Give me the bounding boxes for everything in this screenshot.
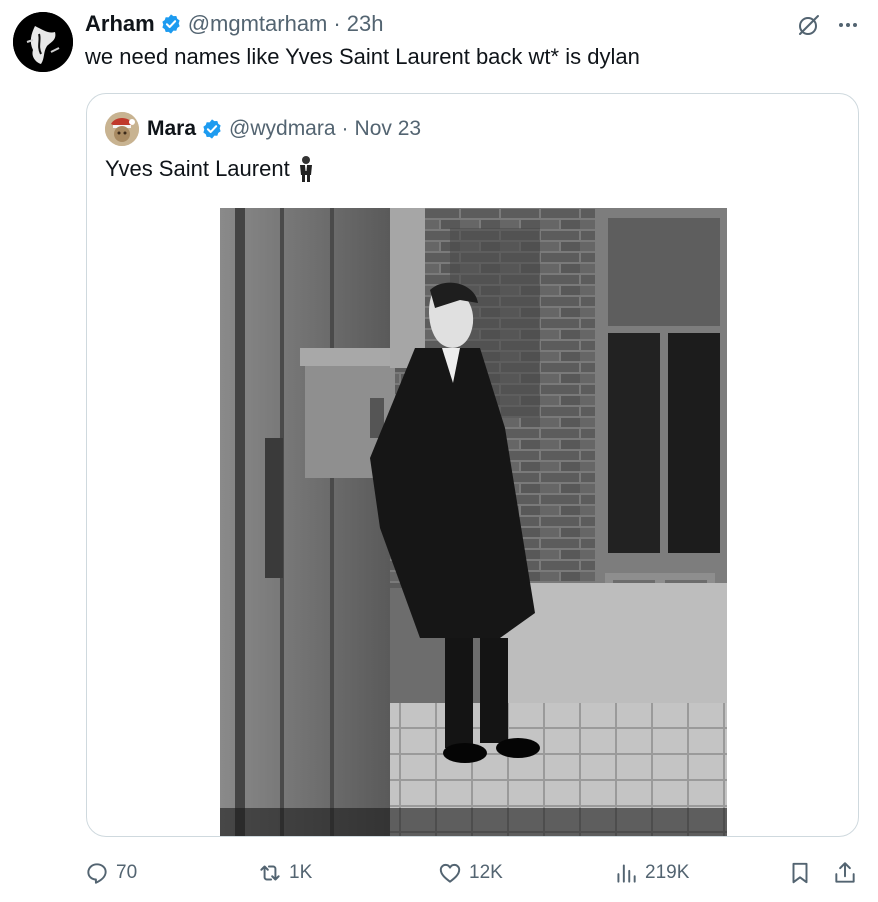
top-icons <box>796 12 860 38</box>
reply-count: 70 <box>116 862 138 883</box>
more-icon[interactable] <box>836 13 860 37</box>
action-bar: 70 1K 12K 219K <box>0 850 878 894</box>
like-icon <box>439 863 461 883</box>
bookmark-button[interactable] <box>787 860 819 886</box>
quote-photo[interactable] <box>220 208 727 836</box>
author-handle[interactable]: @mgmtarham <box>188 11 328 37</box>
views-icon <box>617 864 636 883</box>
separator-dot: · <box>341 117 349 140</box>
quote-header: Mara @wydmara · Nov 23 <box>105 112 421 146</box>
separator-dot: · <box>333 11 341 36</box>
bookmark-icon <box>792 862 808 884</box>
author-name[interactable]: Arham <box>85 11 155 37</box>
views-button[interactable]: 219K <box>613 860 689 886</box>
quote-text-row: Yves Saint Laurent <box>105 154 316 184</box>
tweet-time[interactable]: 23h <box>347 11 384 37</box>
share-icon <box>835 862 855 883</box>
author-avatar[interactable] <box>13 12 73 72</box>
verified-icon <box>162 14 180 34</box>
tweet-text: we need names like Yves Saint Laurent ba… <box>85 44 640 69</box>
share-button[interactable] <box>832 860 864 886</box>
repost-count: 1K <box>289 862 313 883</box>
tweet-header: Arham @mgmtarham · 23h <box>85 9 383 39</box>
man-in-suit-emoji-icon <box>299 156 312 182</box>
repost-button[interactable]: 1K <box>257 860 312 886</box>
verified-icon <box>203 119 221 139</box>
quote-text: Yves Saint Laurent <box>105 156 290 181</box>
grok-icon[interactable] <box>796 12 822 38</box>
quote-author-avatar[interactable] <box>105 112 139 146</box>
like-count: 12K <box>469 862 503 883</box>
reply-icon <box>87 863 107 884</box>
quote-date[interactable]: Nov 23 <box>355 117 422 141</box>
repost-icon <box>260 865 280 881</box>
views-count: 219K <box>645 862 690 883</box>
quote-author-handle[interactable]: @wydmara <box>229 117 336 141</box>
quote-author-name[interactable]: Mara <box>147 117 196 141</box>
reply-button[interactable]: 70 <box>84 860 137 886</box>
like-button[interactable]: 12K <box>437 860 503 886</box>
quoted-tweet[interactable]: Mara @wydmara · Nov 23 Yves Saint Lauren… <box>86 93 859 837</box>
